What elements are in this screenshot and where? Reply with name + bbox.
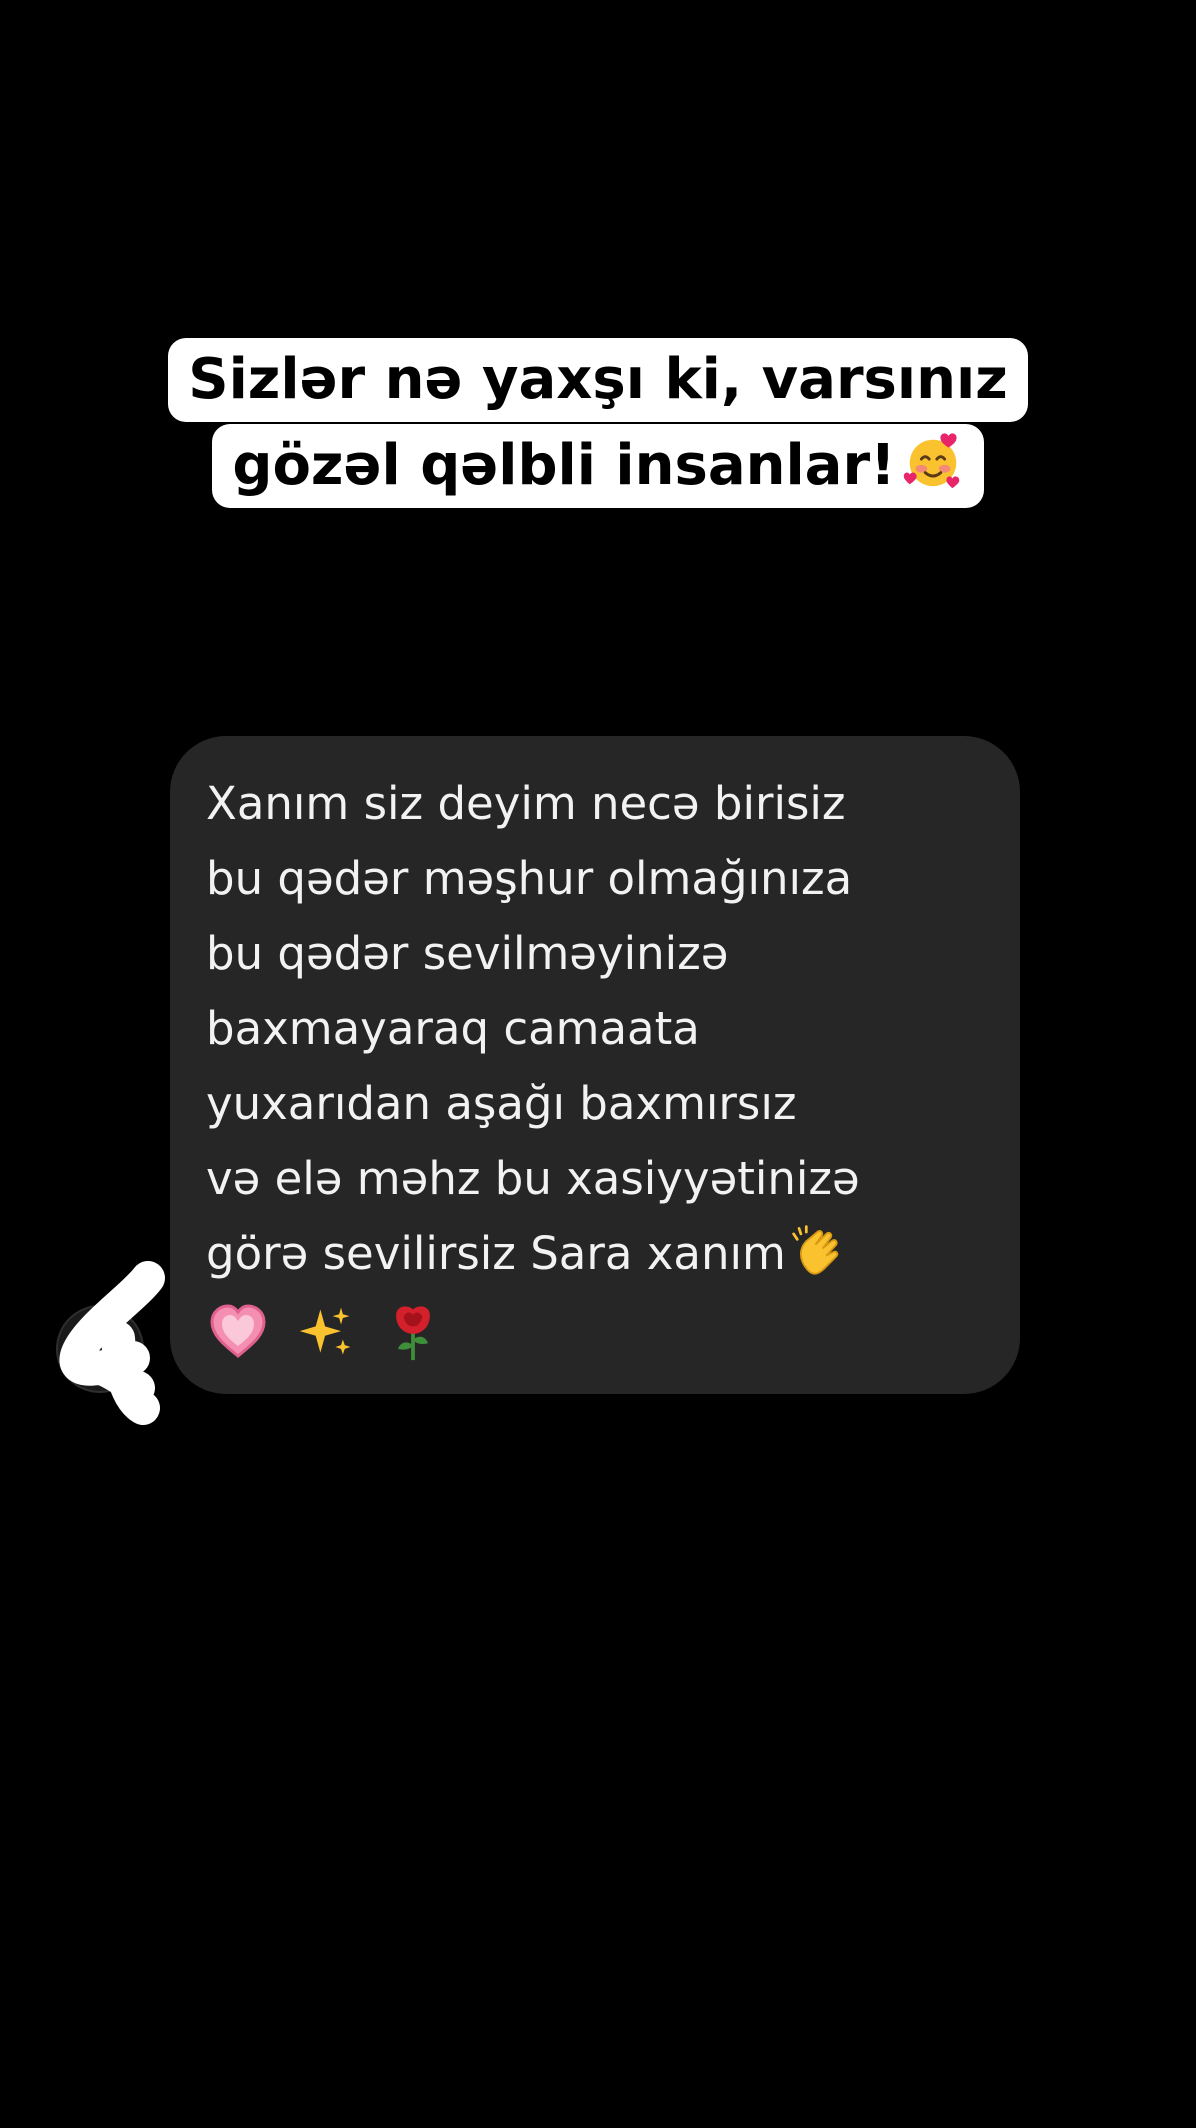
message-bubble[interactable]: Xanım siz deyim necə birisiz bu qədər mə… [170,736,1020,1394]
smiling-face-with-hearts-icon [903,433,959,489]
caption-line-2: gözəl qəlbli insanlar! [0,424,1196,508]
caption-line-2-text: gözəl qəlbli insanlar! [232,433,896,498]
clapping-hands-icon [792,1225,839,1275]
caption-line-1-box: Sizlər nə yaxşı ki, varsınız [168,338,1028,422]
sparkles-icon [300,1307,351,1355]
pink-heart-icon [210,1304,266,1358]
message-line-7-row: görə sevilirsiz Sara xanım [206,1216,984,1291]
message-line-5: yuxarıdan aşağı baxmırsız [206,1077,797,1130]
message-line-3: bu qədər sevilməyinizə [206,927,729,980]
message-line-4: baxmayaraq camaata [206,1002,700,1055]
scribble-mark [59,1261,165,1425]
rose-icon [395,1306,430,1361]
emoji-row [206,1291,984,1366]
caption-line-1: Sizlər nə yaxşı ki, varsınız [0,338,1196,422]
message-line-6: və elə məhz bu xasiyyətinizə [206,1152,860,1205]
caption-line-1-text: Sizlər nə yaxşı ki, varsınız [188,347,1008,412]
message-line-1: Xanım siz deyim necə birisiz [206,777,846,830]
message-line-7: görə sevilirsiz Sara xanım [206,1227,786,1280]
message-line-2: bu qədər məşhur olmağınıza [206,852,853,905]
caption-line-2-box: gözəl qəlbli insanlar! [212,424,984,508]
